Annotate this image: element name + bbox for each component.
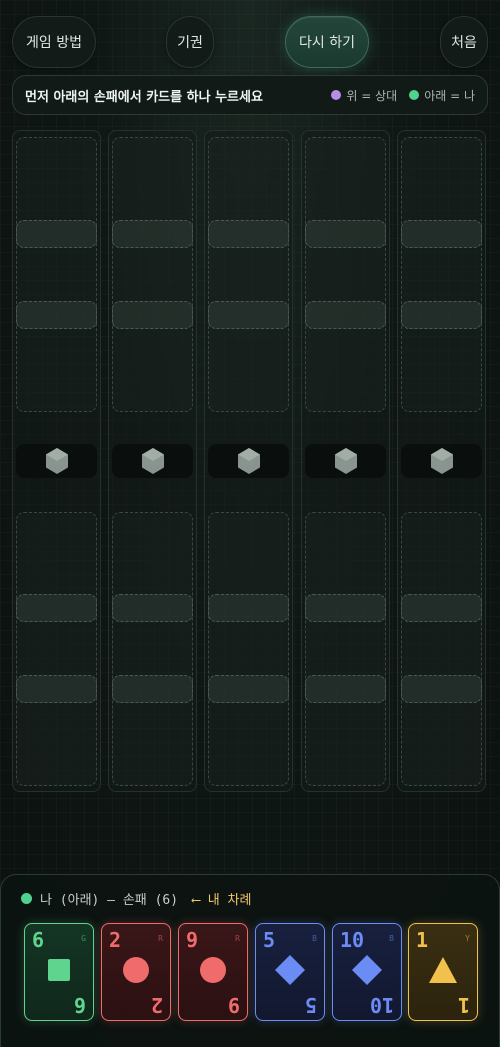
opponent-slot [401, 301, 482, 329]
card-value-inverted: 6 [73, 993, 86, 1017]
lane-marker [16, 444, 97, 478]
card-value-inverted: 5 [304, 993, 317, 1017]
me-dot-icon [21, 893, 32, 904]
card-code: R [158, 934, 163, 943]
opponent-slot [112, 301, 193, 329]
opponent-zone [401, 137, 482, 412]
lane-1[interactable] [12, 130, 101, 792]
opponent-zone [208, 137, 289, 412]
opponent-zone [112, 137, 193, 412]
opponent-slot [208, 301, 289, 329]
my-zone[interactable] [305, 512, 386, 786]
instruction-message: 먼저 아래의 손패에서 카드를 하나 누르세요 [25, 89, 263, 105]
legend-me-label: 아래 = 나 [424, 88, 475, 103]
lane-marker [305, 444, 386, 478]
my-slot [16, 675, 97, 703]
lane-5[interactable] [397, 130, 486, 792]
card-value: 6 [32, 928, 45, 952]
home-label: 처음 [451, 35, 477, 51]
top-bar: 게임 방법 기권 다시 하기 처음 [0, 16, 500, 68]
card-value: 10 [340, 928, 365, 952]
my-zone[interactable] [208, 512, 289, 786]
square-icon [47, 958, 71, 986]
lane-marker [112, 444, 193, 478]
my-zone[interactable] [16, 512, 97, 786]
circle-icon [199, 956, 227, 988]
hand-card[interactable]: 6 G 6 [24, 923, 94, 1021]
instruction-bar: 먼저 아래의 손패에서 카드를 하나 누르세요 위 = 상대 아래 = 나 [12, 75, 488, 115]
home-button[interactable]: 처음 [440, 16, 488, 68]
game-board [12, 130, 488, 792]
my-slot [16, 594, 97, 622]
legend-opponent: 위 = 상대 [331, 87, 397, 104]
diamond-icon [351, 954, 383, 990]
card-value: 9 [186, 928, 199, 952]
hexagon-icon [334, 448, 357, 474]
lane-marker [401, 444, 482, 478]
hand-label: 나 (아래) — 손패 (6) [40, 893, 179, 908]
opponent-slot [16, 220, 97, 248]
opponent-zone [16, 137, 97, 412]
my-slot [305, 675, 386, 703]
opponent-zone [305, 137, 386, 412]
card-value-inverted: 1 [457, 993, 470, 1017]
my-zone[interactable] [112, 512, 193, 786]
opponent-slot [112, 220, 193, 248]
card-value-inverted: 2 [150, 993, 163, 1017]
card-code: B [389, 934, 394, 943]
opponent-slot [16, 301, 97, 329]
legend-opponent-label: 위 = 상대 [346, 88, 398, 103]
my-slot [112, 675, 193, 703]
hand-card[interactable]: 9 R 9 [178, 923, 248, 1021]
my-slot [112, 594, 193, 622]
card-value-inverted: 9 [227, 993, 240, 1017]
my-slot [401, 675, 482, 703]
hand-panel: 나 (아래) — 손패 (6) ⟵ 내 차례 6 G 6 2 R 2 9 R 9… [0, 874, 500, 1047]
card-value: 5 [263, 928, 276, 952]
card-code: G [81, 934, 86, 943]
hand-card[interactable]: 10 B 10 [332, 923, 402, 1021]
turn-indicator: ⟵ 내 차례 [192, 893, 252, 908]
circle-icon [122, 956, 150, 988]
hand-card[interactable]: 2 R 2 [101, 923, 171, 1021]
legend-me: 아래 = 나 [409, 87, 475, 104]
lane-3[interactable] [204, 130, 293, 792]
card-value: 1 [416, 928, 429, 952]
rules-button[interactable]: 게임 방법 [12, 16, 96, 68]
rules-label: 게임 방법 [26, 35, 82, 51]
card-value: 2 [109, 928, 122, 952]
card-code: R [235, 934, 240, 943]
hand-card[interactable]: 1 Y 1 [408, 923, 478, 1021]
hexagon-icon [141, 448, 164, 474]
opponent-slot [305, 301, 386, 329]
my-slot [401, 594, 482, 622]
my-zone[interactable] [401, 512, 482, 786]
forfeit-button[interactable]: 기권 [166, 16, 214, 68]
triangle-icon [428, 956, 458, 988]
opponent-slot [208, 220, 289, 248]
lane-2[interactable] [108, 130, 197, 792]
hand-title: 나 (아래) — 손패 (6) ⟵ 내 차례 [21, 889, 251, 908]
my-slot [208, 594, 289, 622]
opponent-slot [401, 220, 482, 248]
hand-card[interactable]: 5 B 5 [255, 923, 325, 1021]
opponent-dot-icon [331, 90, 342, 100]
card-code: Y [465, 934, 470, 943]
card-value-inverted: 10 [369, 993, 394, 1017]
restart-button[interactable]: 다시 하기 [285, 16, 369, 68]
hexagon-icon [430, 448, 453, 474]
card-code: B [312, 934, 317, 943]
restart-label: 다시 하기 [299, 35, 355, 51]
diamond-icon [274, 954, 306, 990]
hexagon-icon [237, 448, 260, 474]
lane-marker [208, 444, 289, 478]
me-dot-icon [409, 90, 420, 100]
legend: 위 = 상대 아래 = 나 [325, 87, 475, 104]
lane-4[interactable] [301, 130, 390, 792]
my-slot [208, 675, 289, 703]
my-slot [305, 594, 386, 622]
forfeit-label: 기권 [177, 35, 203, 51]
hexagon-icon [45, 448, 68, 474]
opponent-slot [305, 220, 386, 248]
